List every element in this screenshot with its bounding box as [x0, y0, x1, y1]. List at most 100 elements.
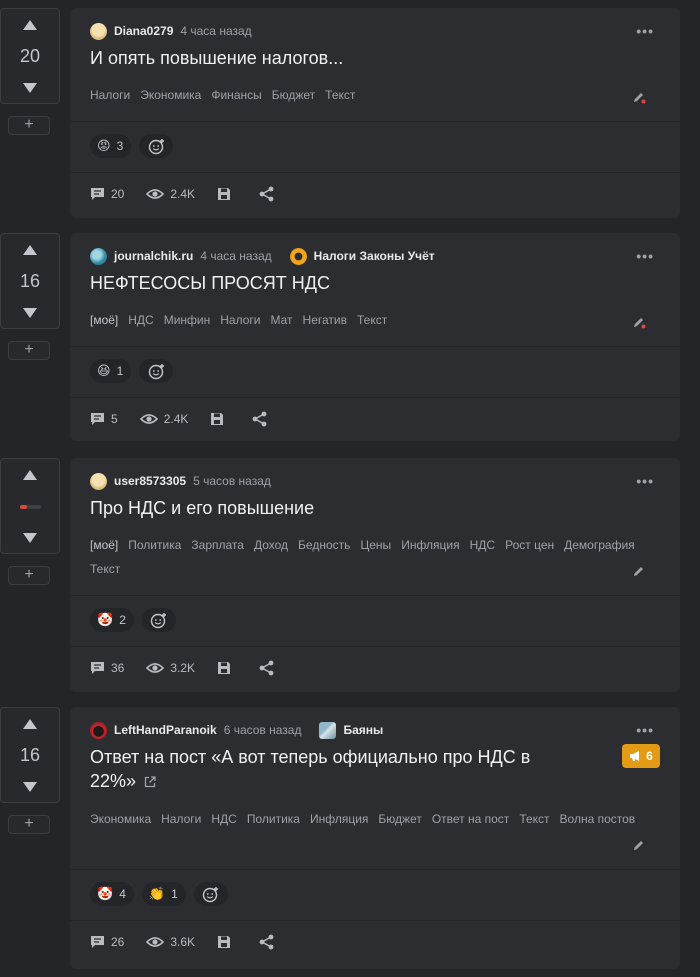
- tag[interactable]: Текст: [325, 88, 355, 102]
- edit-tags-icon[interactable]: [632, 838, 646, 852]
- own-tag[interactable]: [моё]: [90, 538, 118, 552]
- save-button[interactable]: [210, 412, 230, 426]
- reaction-chip[interactable]: 👏 1: [141, 882, 186, 906]
- tag[interactable]: Ответ на пост: [432, 812, 509, 826]
- comments-button[interactable]: 20: [90, 187, 124, 201]
- save-plus-button[interactable]: +: [8, 815, 50, 834]
- avatar[interactable]: [90, 472, 107, 490]
- reaction-chip[interactable]: 🤡 2: [90, 608, 134, 632]
- edit-tags-icon[interactable]: [632, 315, 646, 329]
- comments-button[interactable]: 26: [90, 935, 124, 949]
- author-name[interactable]: LeftHandParanoik: [114, 723, 217, 737]
- tag[interactable]: Финансы: [211, 88, 261, 102]
- vote-widget: 16: [0, 707, 60, 803]
- add-reaction-button[interactable]: [141, 608, 176, 632]
- tag[interactable]: Налоги: [90, 88, 130, 102]
- author-name[interactable]: Diana0279: [114, 24, 173, 38]
- post-meta: LeftHandParanoik 6 часов назад Баяны: [90, 721, 383, 739]
- tag[interactable]: Текст: [90, 562, 120, 576]
- views-count: 2.4K: [170, 187, 196, 201]
- avatar[interactable]: [90, 247, 107, 265]
- downvote-button[interactable]: [23, 782, 37, 792]
- reaction-chip[interactable]: 🤡 4: [90, 882, 134, 906]
- tag[interactable]: НДС: [470, 538, 495, 552]
- save-plus-button[interactable]: +: [8, 566, 50, 585]
- tag[interactable]: НДС: [211, 812, 236, 826]
- tag[interactable]: Цены: [360, 538, 391, 552]
- megaphone-icon: [630, 751, 640, 761]
- share-button[interactable]: [259, 660, 280, 676]
- own-tag[interactable]: [моё]: [90, 313, 118, 327]
- avatar[interactable]: [90, 22, 107, 40]
- more-options-icon[interactable]: •••: [636, 473, 654, 489]
- tag[interactable]: Бюджет: [378, 812, 421, 826]
- post-title[interactable]: И опять повышение налогов...: [90, 46, 343, 70]
- post-title[interactable]: НЕФТЕСОСЫ ПРОСЯТ НДС: [90, 271, 330, 295]
- tag[interactable]: Бюджет: [272, 88, 315, 102]
- add-reaction-button[interactable]: [139, 134, 174, 158]
- tag[interactable]: Налоги: [161, 812, 201, 826]
- reaction-emoji: 🤡: [97, 886, 114, 902]
- tag[interactable]: Текст: [357, 313, 387, 327]
- external-link-icon[interactable]: [144, 776, 156, 788]
- post-title[interactable]: Про НДС и его повышение: [90, 496, 314, 520]
- upvote-button[interactable]: [23, 719, 37, 729]
- downvote-button[interactable]: [23, 533, 37, 543]
- add-reaction-button[interactable]: [193, 882, 228, 906]
- tag[interactable]: Демография: [564, 538, 635, 552]
- tag[interactable]: Мат: [271, 313, 293, 327]
- save-button[interactable]: [217, 935, 237, 949]
- downvote-button[interactable]: [23, 308, 37, 318]
- post-title[interactable]: Ответ на пост «А вот теперь официально п…: [90, 745, 560, 793]
- upvote-button[interactable]: [23, 470, 37, 480]
- more-options-icon[interactable]: •••: [636, 722, 654, 738]
- share-button[interactable]: [259, 186, 280, 202]
- add-reaction-icon: [148, 363, 164, 379]
- share-button[interactable]: [252, 411, 273, 427]
- save-plus-button[interactable]: +: [8, 116, 50, 135]
- add-reaction-button[interactable]: [139, 359, 174, 383]
- comments-count: 36: [111, 661, 125, 675]
- save-button[interactable]: [217, 187, 237, 201]
- tag[interactable]: Волна постов: [560, 812, 636, 826]
- tag[interactable]: Политика: [128, 538, 181, 552]
- tag[interactable]: Зарплата: [191, 538, 244, 552]
- community-name[interactable]: Баяны: [343, 723, 383, 737]
- community-icon[interactable]: [319, 721, 337, 739]
- reaction-chip[interactable]: 😆 1: [90, 359, 132, 383]
- comments-button[interactable]: 5: [90, 412, 118, 426]
- author-name[interactable]: journalchik.ru: [114, 249, 193, 263]
- community-name[interactable]: Налоги Законы Учёт: [314, 249, 435, 263]
- tag[interactable]: Налоги: [220, 313, 260, 327]
- edit-tags-icon[interactable]: [632, 90, 646, 104]
- share-button[interactable]: [259, 934, 280, 950]
- upvote-button[interactable]: [23, 20, 37, 30]
- tag[interactable]: Экономика: [140, 88, 201, 102]
- response-badge[interactable]: 6: [622, 744, 660, 768]
- upvote-button[interactable]: [23, 245, 37, 255]
- tag[interactable]: НДС: [128, 313, 153, 327]
- community-icon[interactable]: [289, 247, 307, 265]
- author-name[interactable]: user8573305: [114, 474, 186, 488]
- tag[interactable]: Инфляция: [310, 812, 368, 826]
- avatar[interactable]: [90, 721, 107, 739]
- downvote-button[interactable]: [23, 83, 37, 93]
- tag[interactable]: Инфляция: [401, 538, 459, 552]
- save-button[interactable]: [217, 661, 237, 675]
- edit-tags-icon[interactable]: [632, 564, 646, 578]
- tag[interactable]: Текст: [519, 812, 549, 826]
- tag[interactable]: Негатив: [303, 313, 347, 327]
- comment-icon: [91, 936, 104, 948]
- tag[interactable]: Доход: [254, 538, 288, 552]
- save-plus-button[interactable]: +: [8, 341, 50, 360]
- comments-button[interactable]: 36: [90, 661, 124, 675]
- tag[interactable]: Бедность: [298, 538, 350, 552]
- tag[interactable]: Экономика: [90, 812, 151, 826]
- tag[interactable]: Рост цен: [505, 538, 554, 552]
- tag[interactable]: Минфин: [164, 313, 211, 327]
- post-stats: 20 2.4K: [90, 186, 302, 202]
- more-options-icon[interactable]: •••: [636, 23, 654, 39]
- reaction-chip[interactable]: 😡 3: [90, 134, 132, 158]
- tag[interactable]: Политика: [247, 812, 300, 826]
- more-options-icon[interactable]: •••: [636, 248, 654, 264]
